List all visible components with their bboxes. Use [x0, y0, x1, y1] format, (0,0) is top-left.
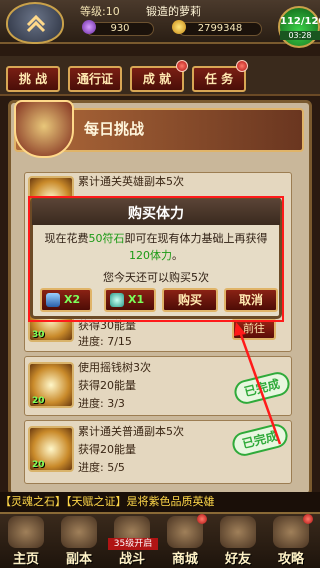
nav-label: 攻略: [277, 552, 304, 567]
nav-shop[interactable]: 商城: [159, 512, 211, 568]
task-title: 累计通关普通副本5次: [78, 425, 184, 438]
nav-label: 副本: [65, 552, 92, 567]
notification-dot-icon: [303, 514, 313, 524]
home-icon: [8, 516, 44, 548]
nav-dungeon[interactable]: 副本: [53, 512, 105, 568]
player-level: 等级:10: [80, 5, 120, 18]
annotation-arrow-icon: [234, 322, 282, 445]
gold-coin-icon: [172, 20, 186, 34]
highlight-box: [28, 196, 284, 322]
task-reward: 获得20能量: [78, 443, 136, 456]
player-name: 锻造的萝莉: [146, 5, 201, 18]
tab-pass[interactable]: 通行证: [68, 66, 122, 92]
gem-icon: [82, 20, 96, 34]
nav-label: 战斗: [118, 552, 145, 567]
nav-friends[interactable]: 好友: [212, 512, 264, 568]
task-reward-icon: 20: [28, 426, 74, 472]
notification-dot-icon: [236, 60, 248, 72]
nav-label: 主页: [12, 552, 39, 567]
panel-title: 每日挑战: [84, 120, 145, 138]
friends-icon: [220, 516, 256, 548]
nav-label: 好友: [224, 552, 251, 567]
nav-guide[interactable]: 攻略: [265, 512, 317, 568]
unlock-level-badge: 35级开启: [108, 538, 158, 550]
task-reward: 获得20能量: [78, 379, 136, 392]
task-title: 累计通关英雄副本5次: [78, 175, 184, 188]
rank-badge[interactable]: [6, 2, 64, 44]
nav-home[interactable]: 主页: [0, 512, 52, 568]
crest-icon: [14, 100, 74, 158]
stamina-value: 112/120: [280, 16, 320, 27]
tab-challenge[interactable]: 挑 战: [6, 66, 60, 92]
gem-count: 930: [86, 22, 154, 36]
reward-amount: 30: [32, 330, 45, 340]
task-progress: 进度: 7/15: [78, 335, 132, 348]
stamina-orb[interactable]: [278, 6, 320, 48]
reward-amount: 20: [32, 460, 45, 470]
notification-dot-icon: [197, 514, 207, 524]
reward-amount: 20: [32, 396, 45, 406]
task-progress: 进度: 5/5: [78, 461, 125, 474]
notification-dot-icon: [176, 60, 188, 72]
task-reward-icon: 20: [28, 362, 74, 408]
announcement-ticker: 【灵魂之石】【天赋之证】是将紫色品质英雄: [0, 492, 320, 512]
tab-achievement[interactable]: 成 就: [130, 66, 184, 92]
stamina-timer: 03:28: [280, 31, 320, 40]
gold-count: 2799348: [178, 22, 262, 36]
task-progress: 进度: 3/3: [78, 397, 125, 410]
task-title: 使用摇钱树3次: [78, 361, 151, 374]
nav-label: 商城: [171, 552, 198, 567]
dungeon-icon: [61, 516, 97, 548]
chevron-up-icon: [26, 14, 46, 33]
